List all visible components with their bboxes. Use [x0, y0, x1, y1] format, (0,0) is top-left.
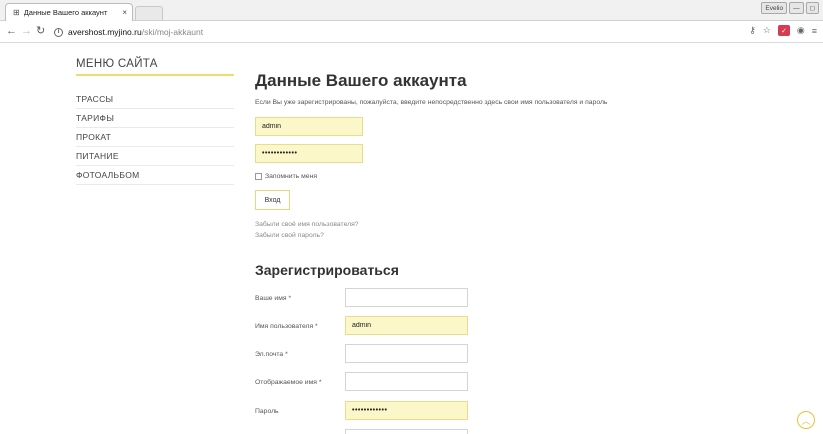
- register-name-label: Ваше имя *: [255, 295, 292, 302]
- page-title: Данные Вашего аккаунта: [255, 71, 467, 90]
- restore-button[interactable]: ◻: [805, 2, 819, 14]
- register-name-input[interactable]: [345, 288, 468, 307]
- register-email-label: Эл.почта *: [255, 351, 288, 358]
- browser-toolbar: ← → ↻ i avershost.myjino.ru /ski/moj-akk…: [0, 21, 823, 43]
- forgot-username-link[interactable]: Забыли своё имя пользователя?: [255, 221, 359, 228]
- register-username-input[interactable]: [345, 316, 468, 335]
- menu-item-trassy[interactable]: ТРАССЫ: [76, 90, 234, 109]
- site-menu-list: ТРАССЫ ТАРИФЫ ПРОКАТ ПИТАНИЕ ФОТОАЛЬБОМ: [76, 90, 234, 185]
- register-email-input[interactable]: [345, 344, 468, 363]
- reload-icon[interactable]: ↻: [36, 24, 45, 38]
- browser-tab[interactable]: ⊞ Данные Вашего аккаунт ×: [5, 3, 133, 21]
- page-favicon-icon: ⊞: [13, 8, 20, 17]
- login-intro-text: Если Вы уже зарегистрированы, пожалуйста…: [255, 99, 608, 106]
- login-password-input[interactable]: [255, 144, 363, 163]
- pocket-extension-icon[interactable]: ✓: [777, 25, 790, 36]
- menu-item-fotoalbom[interactable]: ФОТОАЛЬБОМ: [76, 166, 234, 185]
- url-path: /ski/moj-akkaunt: [141, 27, 204, 37]
- site-info-icon[interactable]: i: [54, 27, 63, 37]
- extension-icon[interactable]: ◉: [797, 25, 805, 36]
- address-bar[interactable]: i avershost.myjino.ru /ski/moj-akkaunt: [54, 24, 816, 40]
- register-password-input[interactable]: [345, 401, 468, 420]
- register-display-name-label: Отображаемое имя *: [255, 379, 322, 386]
- register-password-label: Пароль: [255, 408, 279, 415]
- menu-item-prokat[interactable]: ПРОКАТ: [76, 128, 234, 147]
- window-controls: Evelio — ◻: [761, 2, 819, 14]
- login-username-input[interactable]: [255, 117, 363, 136]
- bookmark-star-icon[interactable]: ☆: [763, 25, 771, 36]
- remember-me-checkbox[interactable]: [255, 173, 262, 180]
- scroll-to-top-button[interactable]: ︿: [797, 411, 815, 429]
- page-content: МЕНЮ САЙТА ТРАССЫ ТАРИФЫ ПРОКАТ ПИТАНИЕ …: [0, 44, 823, 434]
- browser-tab-strip: ⊞ Данные Вашего аккаунт × Evelio — ◻: [0, 0, 823, 21]
- tab-title: Данные Вашего аккаунт: [23, 8, 108, 17]
- remember-me-label: Запомнить меня: [265, 173, 317, 180]
- site-menu-title: МЕНЮ САЙТА: [76, 58, 234, 76]
- forgot-password-link[interactable]: Забыли свой пароль?: [255, 232, 324, 239]
- remember-me[interactable]: Запомнить меня: [255, 173, 317, 180]
- forward-arrow-icon[interactable]: →: [21, 24, 32, 38]
- url-host: avershost.myjino.ru: [68, 27, 142, 37]
- key-icon[interactable]: ⚷: [749, 25, 756, 36]
- menu-item-pitanie[interactable]: ПИТАНИЕ: [76, 147, 234, 166]
- minimize-button[interactable]: —: [789, 2, 804, 14]
- register-username-label: Имя пользователя *: [255, 323, 318, 330]
- menu-item-tarify[interactable]: ТАРИФЫ: [76, 109, 234, 128]
- chevron-up-icon: ︿: [801, 415, 811, 426]
- close-tab-icon[interactable]: ×: [117, 8, 132, 17]
- menu-icon[interactable]: ≡: [812, 26, 817, 36]
- login-button[interactable]: Вход: [255, 190, 290, 210]
- register-password-confirm-input[interactable]: [345, 429, 468, 434]
- new-tab-button[interactable]: [135, 6, 163, 20]
- back-arrow-icon[interactable]: ←: [6, 24, 17, 38]
- browser-extension-area: ⚷ ☆ ✓ ◉ ≡: [749, 25, 817, 36]
- site-menu: МЕНЮ САЙТА ТРАССЫ ТАРИФЫ ПРОКАТ ПИТАНИЕ …: [76, 58, 234, 185]
- register-display-name-input[interactable]: [345, 372, 468, 391]
- profile-button[interactable]: Evelio: [761, 2, 788, 14]
- register-heading: Зарегистрироваться: [255, 262, 399, 278]
